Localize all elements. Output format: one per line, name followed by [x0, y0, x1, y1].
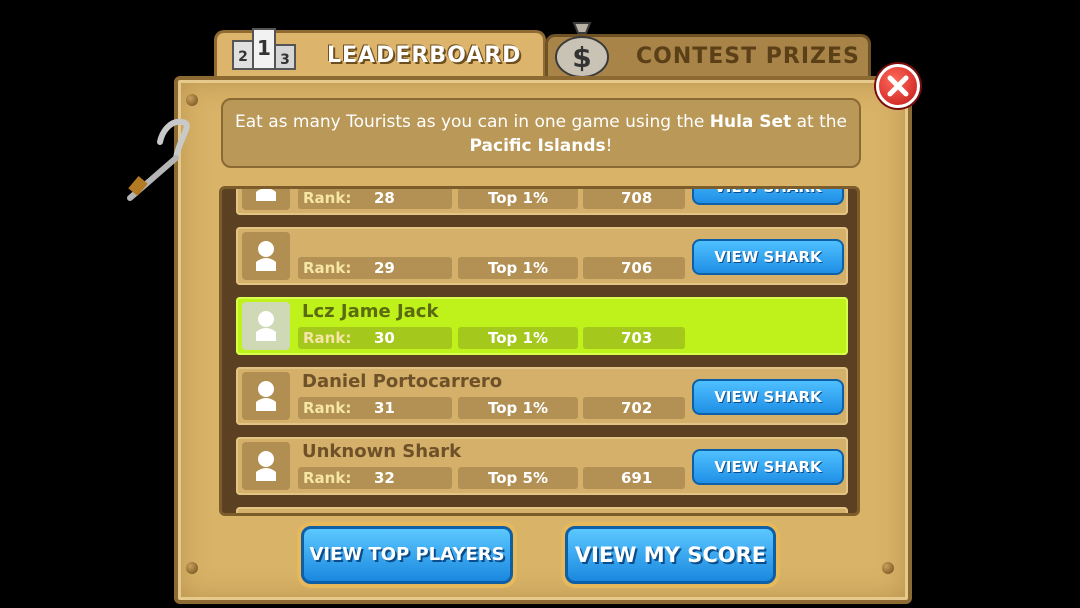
percentile-cell: Top 1% [458, 189, 578, 209]
hook-icon [127, 118, 190, 201]
score-cell: 702 [583, 397, 685, 419]
view-shark-button[interactable]: VIEW SHARK [692, 239, 844, 275]
close-button[interactable] [876, 64, 920, 108]
avatar [242, 232, 290, 280]
percentile-cell: Top 1% [458, 397, 578, 419]
player-name: Lcz Jame Jack [302, 301, 439, 322]
rivet-icon [186, 94, 198, 106]
avatar [242, 442, 290, 490]
description-text: Eat as many Tourists as you can in one g… [235, 112, 710, 132]
rank-cell: Rank: 32 [298, 467, 452, 489]
avatar [242, 189, 290, 210]
description-text: at the [791, 112, 847, 132]
tab-contest-prizes[interactable]: $ CONTEST PRIZES [545, 22, 871, 79]
score-cell: 691 [583, 467, 685, 489]
score-value: 702 [621, 399, 653, 417]
my-leaderboard-row: Lcz Jame Jack Rank: 30 Top 1% 703 [236, 297, 848, 355]
person-icon [256, 241, 276, 271]
rank-cell: Rank: 31 [298, 397, 452, 419]
view-shark-button[interactable]: VIEW SHARK [692, 189, 844, 205]
view-shark-button[interactable]: VIEW SHARK [692, 449, 844, 485]
avatar [242, 302, 290, 350]
podium-icon: 1 2 3 [232, 28, 296, 70]
leaderboard-row: Rank: 28 Top 1% 708 VIEW SHARK [236, 189, 848, 215]
score-cell: 703 [583, 327, 685, 349]
svg-text:$: $ [572, 41, 591, 74]
person-icon [256, 381, 276, 411]
person-icon [256, 451, 276, 481]
rank-value: 32 [374, 469, 395, 487]
score-value: 703 [621, 329, 653, 347]
description-set: Hula Set [709, 112, 792, 132]
description-text: ! [605, 136, 613, 156]
percentile-cell: Top 5% [458, 467, 578, 489]
score-value: 708 [621, 189, 653, 207]
tab-contest-prizes-label: CONTEST PRIZES [636, 44, 860, 69]
rank-value: 28 [374, 189, 395, 207]
view-top-players-button[interactable]: VIEW TOP PLAYERS [301, 526, 513, 584]
score-cell: 706 [583, 257, 685, 279]
rank-cell: Rank: 29 [298, 257, 452, 279]
score-value: 706 [621, 259, 653, 277]
svg-text:2: 2 [238, 49, 248, 65]
svg-text:1: 1 [257, 36, 271, 60]
rank-label: Rank: [303, 259, 352, 277]
description-location: Pacific Islands [469, 136, 606, 156]
svg-text:3: 3 [280, 52, 290, 68]
view-my-score-button[interactable]: VIEW MY SCORE [565, 526, 776, 584]
view-shark-button[interactable]: VIEW SHARK [692, 379, 844, 415]
leaderboard-row: Rank: 29 Top 1% 706 VIEW SHARK [236, 227, 848, 285]
leaderboard-row: Daniel Portocarrero Rank: 31 Top 1% 702 … [236, 367, 848, 425]
rank-label: Rank: [303, 189, 352, 207]
person-icon [256, 189, 276, 201]
rank-value: 29 [374, 259, 395, 277]
close-icon [887, 75, 909, 97]
percentile-cell: Top 1% [458, 327, 578, 349]
player-name: Daniel Portocarrero [302, 371, 503, 392]
rank-value: 31 [374, 399, 395, 417]
rank-label: Rank: [303, 469, 352, 487]
leaderboard-list[interactable]: Rank: 28 Top 1% 708 VIEW SHARK Rank: 29 … [219, 186, 860, 516]
leaderboard-row: Unknown Shark Rank: 32 Top 5% 691 VIEW S… [236, 437, 848, 495]
percentile-cell: Top 1% [458, 257, 578, 279]
score-value: 691 [621, 469, 653, 487]
rank-cell: Rank: 30 [298, 327, 452, 349]
money-bag-icon: $ [555, 22, 609, 78]
rivet-icon [882, 562, 894, 574]
rank-cell: Rank: 28 [298, 189, 452, 209]
rivet-icon [186, 562, 198, 574]
rank-label: Rank: [303, 399, 352, 417]
rank-label: Rank: [303, 329, 352, 347]
avatar [242, 372, 290, 420]
score-cell: 708 [583, 189, 685, 209]
person-icon [256, 311, 276, 341]
rank-value: 30 [374, 329, 395, 347]
player-name: Unknown Shark [302, 441, 462, 462]
tab-leaderboard-label: LEADERBOARD [327, 43, 522, 68]
contest-description: Eat as many Tourists as you can in one g… [221, 98, 861, 168]
leaderboard-row [236, 507, 848, 513]
